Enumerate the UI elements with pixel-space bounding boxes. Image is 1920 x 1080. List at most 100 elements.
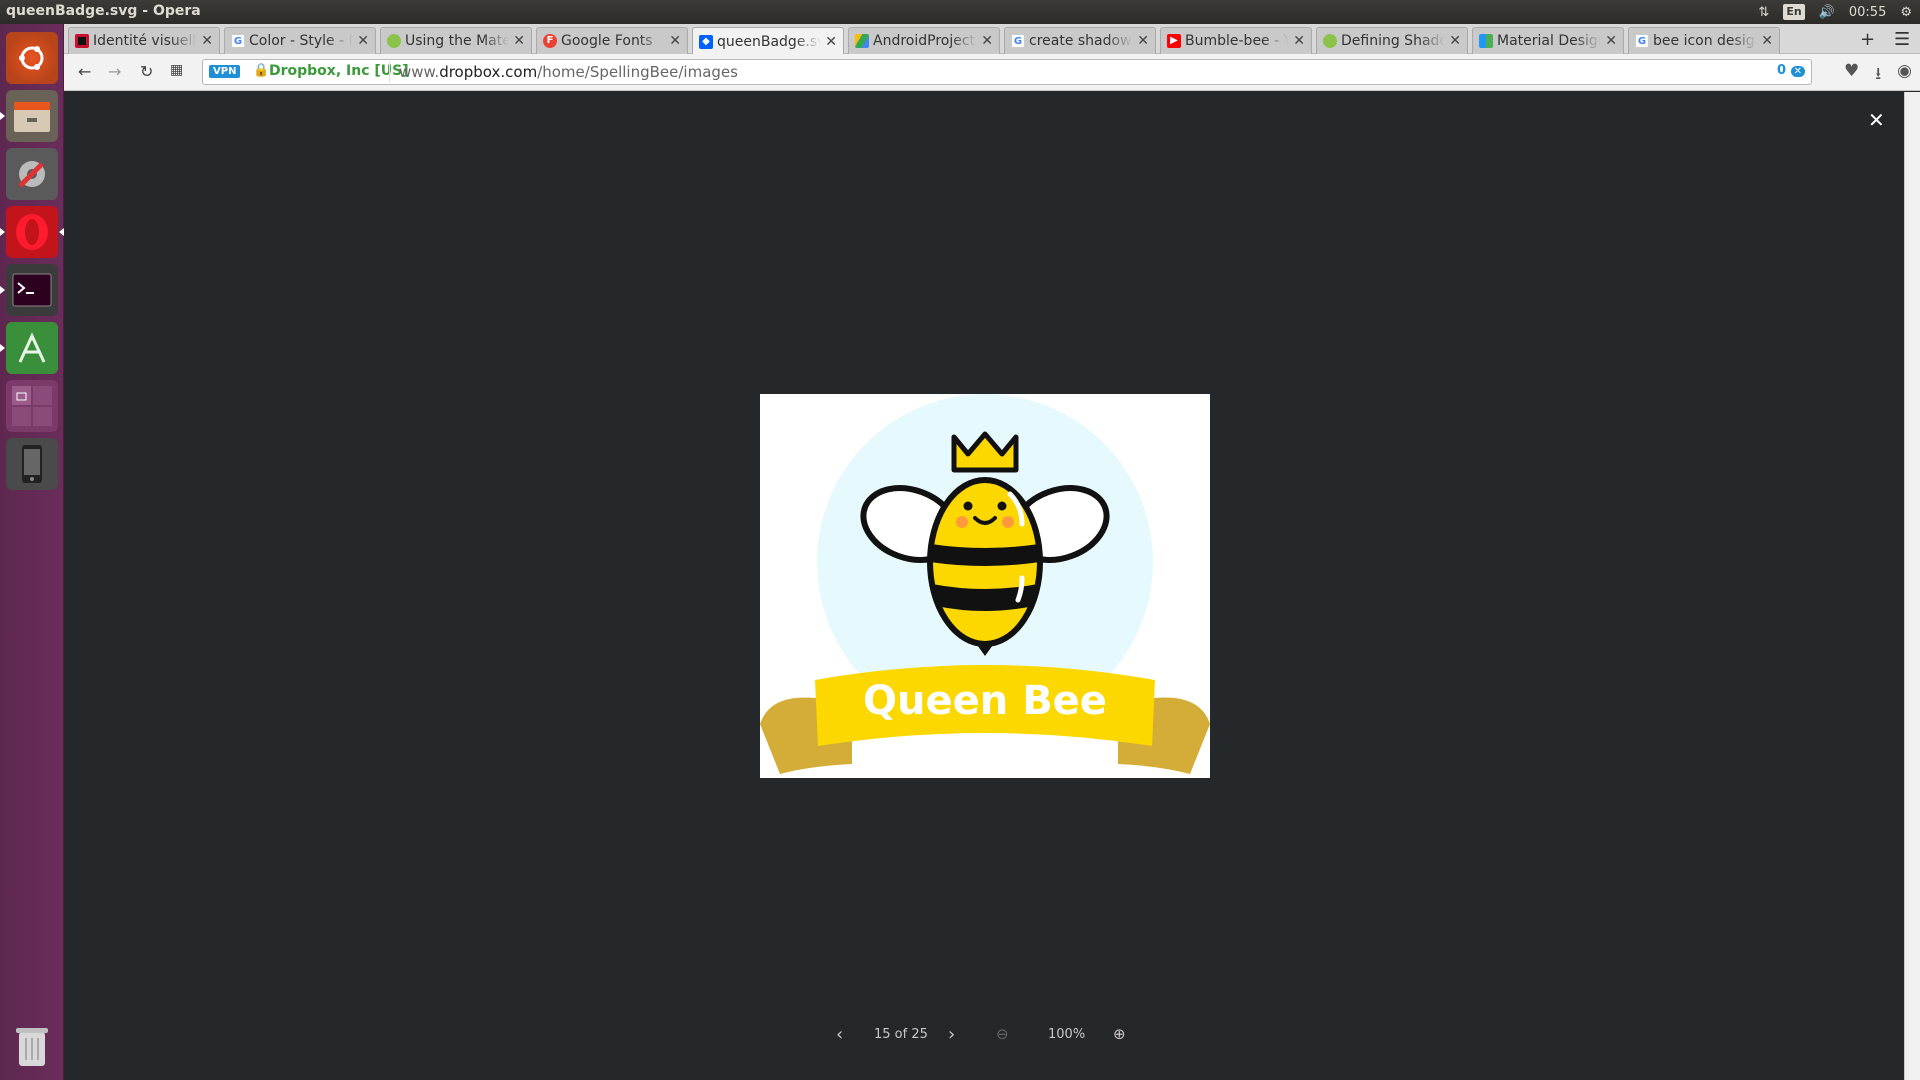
tab-close-icon[interactable]: ✕ <box>981 33 993 49</box>
tab[interactable]: G create shadow ✕ <box>1004 27 1156 54</box>
adblock-shield-icon: ✕ <box>1790 66 1805 77</box>
reload-icon[interactable]: ↻ <box>140 62 153 81</box>
url-text[interactable]: www.dropbox.com/home/SpellingBee/images <box>399 63 738 81</box>
tab-close-icon[interactable]: ✕ <box>825 34 837 50</box>
launcher <box>0 24 64 1080</box>
tab-label: Material Design <box>1497 33 1602 49</box>
tab-label: Using the Mater <box>405 33 510 49</box>
top-panel: queenBadge.svg - Opera ⇅ En 🔊 00:55 ⚙ <box>0 0 1920 24</box>
tab[interactable]: ▶ Bumble-bee - Yo ✕ <box>1160 27 1312 54</box>
tab-label: Bumble-bee - Yo <box>1185 33 1290 49</box>
drive-favicon-icon <box>855 34 869 48</box>
material-favicon-icon <box>1479 34 1493 48</box>
tab-close-icon[interactable]: ✕ <box>513 33 525 49</box>
tab[interactable]: G bee icon design ✕ <box>1628 27 1780 54</box>
system-settings-icon[interactable] <box>6 148 58 200</box>
url-domain: dropbox.com <box>439 63 538 81</box>
tab-close-icon[interactable]: ✕ <box>1137 33 1149 49</box>
scrollbar[interactable] <box>1904 92 1920 1080</box>
tab-label: Identité visuelle <box>93 33 198 49</box>
previous-chevron-icon[interactable]: ‹ <box>836 1024 843 1045</box>
tab-close-icon[interactable]: ✕ <box>1293 33 1305 49</box>
volume-icon[interactable]: 🔊 <box>1819 5 1835 20</box>
settings-gear-icon[interactable]: ⚙ <box>1900 5 1912 20</box>
site-identity[interactable]: Dropbox, Inc [US] <box>269 63 409 79</box>
tab-label: Color - Style - Ma <box>249 33 353 49</box>
adblock-counter[interactable]: 0 ✕ <box>1777 63 1805 78</box>
forward-arrow-icon[interactable]: → <box>108 62 121 81</box>
url-field[interactable]: VPN 🔒 Dropbox, Inc [US] www.dropbox.com/… <box>202 59 1812 85</box>
bee-cheek <box>1002 516 1014 528</box>
page-indicator: 15 of 25 <box>874 1027 928 1042</box>
google-favicon-icon: G <box>1635 34 1649 48</box>
tab-label: AndroidProject <box>873 33 976 49</box>
badge-title: Queen Bee <box>863 678 1107 724</box>
tab-favicon-icon <box>75 34 89 48</box>
bee-eye <box>997 501 1007 511</box>
tab-close-icon[interactable]: ✕ <box>201 33 213 49</box>
google-favicon-icon: G <box>1011 34 1025 48</box>
tab[interactable]: Defining Shado ✕ <box>1316 27 1468 54</box>
queen-bee-badge-image: Queen Bee <box>760 394 1210 778</box>
google-fonts-favicon-icon: F <box>543 34 557 48</box>
tab-close-icon[interactable]: ✕ <box>669 33 681 49</box>
tab-favicon-icon <box>1323 34 1337 48</box>
tab[interactable]: AndroidProject ✕ <box>848 27 1000 54</box>
tab-menu-icon[interactable]: ☰ <box>1894 29 1910 50</box>
dropbox-favicon-icon: ◆ <box>699 34 713 49</box>
files-icon[interactable] <box>0 90 58 142</box>
new-tab-plus-icon[interactable]: + <box>1860 29 1875 50</box>
speed-dial-grid-icon[interactable]: ▦ <box>170 62 183 78</box>
address-bar: ← → ↻ ▦ VPN 🔒 Dropbox, Inc [US] www.drop… <box>64 54 1920 91</box>
clock[interactable]: 00:55 <box>1849 5 1886 20</box>
bee-eye <box>963 501 973 511</box>
tab[interactable]: Using the Mater ✕ <box>380 27 532 54</box>
zoom-out-icon[interactable]: ⊖ <box>996 1025 1009 1043</box>
tab-label: bee icon design <box>1653 33 1758 49</box>
tab-label: queenBadge.svg <box>717 33 821 50</box>
url-prefix: www. <box>399 63 440 81</box>
next-chevron-icon[interactable]: › <box>948 1024 955 1045</box>
tab-label: Google Fonts <box>561 33 653 49</box>
tab[interactable]: G Color - Style - Ma ✕ <box>224 27 376 54</box>
vpn-badge[interactable]: VPN <box>209 65 241 78</box>
tab-close-icon[interactable]: ✕ <box>357 33 369 49</box>
secure-lock-icon[interactable]: 🔒 <box>253 63 269 78</box>
panel-indicators: ⇅ En 🔊 00:55 ⚙ <box>1758 0 1912 24</box>
url-path: /home/SpellingBee/images <box>537 63 738 81</box>
android-studio-icon[interactable] <box>0 322 58 374</box>
viewer-controls: ‹ 15 of 25 › ⊖ 100% ⊕ <box>830 1024 1150 1048</box>
download-icon[interactable]: ⭳ <box>1875 61 1881 90</box>
keyboard-language[interactable]: En <box>1783 4 1805 20</box>
adblock-count: 0 <box>1777 63 1787 78</box>
tab[interactable]: Identité visuelle ✕ <box>68 27 220 54</box>
toolbar-right-icons: ♥ ⭳ ◉ <box>1844 61 1912 90</box>
youtube-favicon-icon: ▶ <box>1167 34 1181 48</box>
zoom-in-icon[interactable]: ⊕ <box>1113 1025 1126 1043</box>
tab[interactable]: Material Design ✕ <box>1472 27 1624 54</box>
tab-active[interactable]: ◆ queenBadge.svg ✕ <box>692 27 844 55</box>
network-icon[interactable]: ⇅ <box>1758 5 1769 20</box>
close-viewer-icon[interactable]: ✕ <box>1868 108 1885 132</box>
workspace-switcher-icon[interactable] <box>6 380 58 432</box>
ubuntu-dash-icon[interactable] <box>6 32 58 84</box>
mobile-device-icon[interactable] <box>6 438 58 490</box>
tab-close-icon[interactable]: ✕ <box>1605 33 1617 49</box>
opera-browser-icon[interactable] <box>0 206 64 258</box>
tab-label: create shadow <box>1029 33 1132 49</box>
terminal-icon[interactable] <box>0 264 58 316</box>
google-favicon-icon: G <box>231 34 245 48</box>
bookmark-heart-icon[interactable]: ♥ <box>1844 61 1859 90</box>
tab-favicon-icon <box>387 34 401 48</box>
account-icon[interactable]: ◉ <box>1897 61 1912 90</box>
window-title: queenBadge.svg - Opera <box>6 3 201 19</box>
tab-strip: Identité visuelle ✕ G Color - Style - Ma… <box>64 24 1920 55</box>
back-arrow-icon[interactable]: ← <box>78 62 91 81</box>
tab-close-icon[interactable]: ✕ <box>1761 33 1773 49</box>
tab-close-icon[interactable]: ✕ <box>1449 33 1461 49</box>
url-separator <box>389 62 390 82</box>
trash-icon[interactable] <box>6 1020 58 1072</box>
tab[interactable]: F Google Fonts ✕ <box>536 27 688 54</box>
tab-label: Defining Shado <box>1341 33 1446 49</box>
bee-cheek <box>956 516 968 528</box>
